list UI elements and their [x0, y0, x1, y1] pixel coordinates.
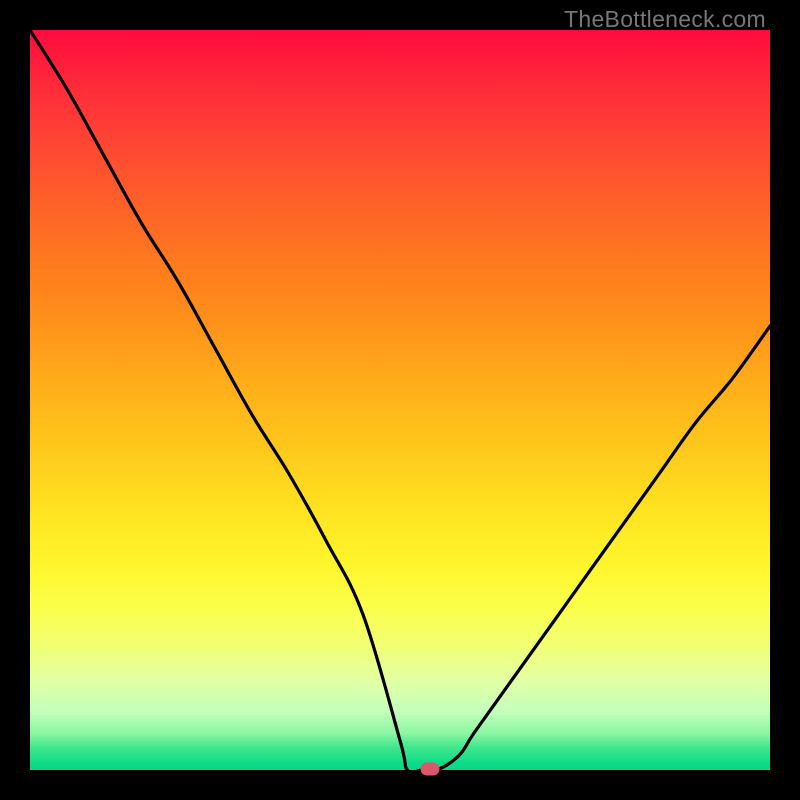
- minimum-marker: [420, 763, 439, 776]
- plot-area: [30, 30, 770, 770]
- bottleneck-curve: [30, 30, 770, 770]
- chart-container: TheBottleneck.com: [0, 0, 800, 800]
- watermark-text: TheBottleneck.com: [564, 6, 766, 33]
